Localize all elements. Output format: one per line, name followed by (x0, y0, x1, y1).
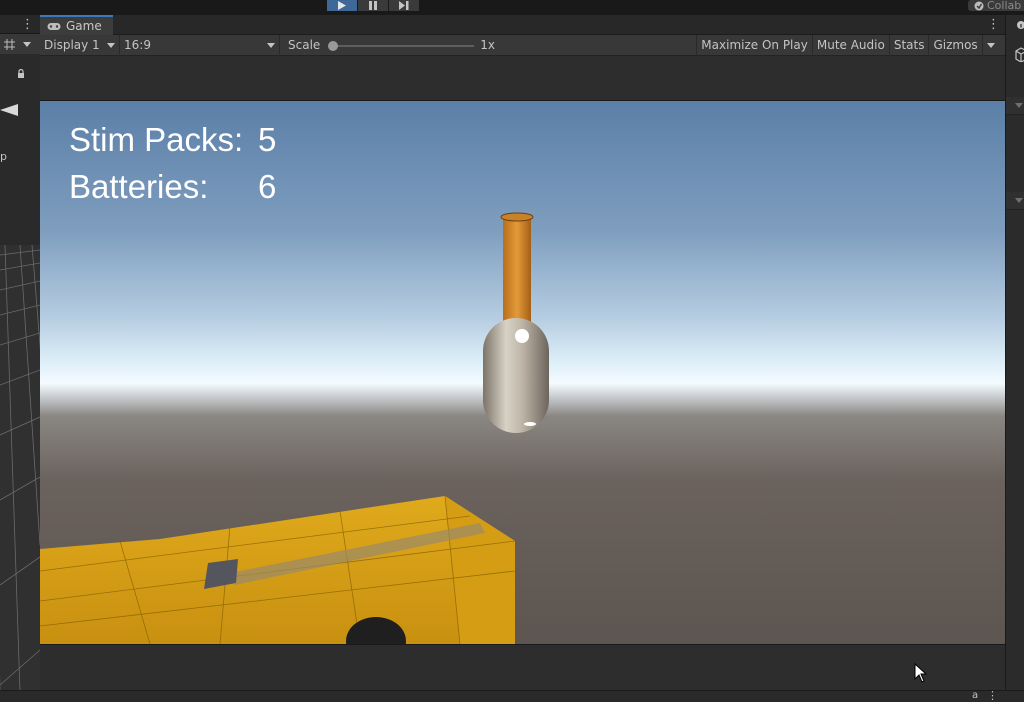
game-render[interactable]: Stim Packs: 5 Batteries: 6 (40, 101, 1005, 644)
bottle-object (483, 212, 549, 433)
collab-button[interactable]: Collab (968, 0, 1024, 11)
gizmos-label: Gizmos (933, 38, 978, 52)
chevron-down-icon (267, 42, 275, 48)
aspect-label: 16:9 (124, 38, 151, 52)
grid-lines (0, 245, 40, 692)
chevron-down-icon (1015, 198, 1023, 203)
main-toolbar: Collab (0, 0, 1024, 15)
batteries-label: Batteries: (69, 168, 209, 205)
mute-audio-label: Mute Audio (816, 38, 885, 52)
grid-snap-icon[interactable] (3, 38, 16, 51)
mouse-cursor-icon (914, 663, 927, 683)
scale-slider-track (332, 44, 475, 47)
scene-cut-label: p (0, 150, 7, 163)
play-button[interactable] (327, 0, 357, 11)
scale-slider-thumb[interactable] (328, 40, 339, 51)
inspector-section-collapsed[interactable] (1006, 97, 1024, 115)
play-controls (327, 0, 419, 11)
chevron-down-icon (1015, 103, 1023, 108)
collab-icon (974, 1, 984, 10)
maximize-on-play-label: Maximize On Play (701, 38, 808, 52)
hud-stim-packs: Stim Packs: 5 (69, 121, 276, 158)
display-label: Display 1 (44, 38, 100, 52)
crate-object (40, 495, 516, 644)
display-dropdown[interactable]: Display 1 (40, 34, 120, 56)
collab-label: Collab (987, 0, 1022, 11)
scale-value: 1x (480, 38, 496, 52)
game-view[interactable]: Stim Packs: 5 Batteries: 6 (40, 56, 1005, 690)
play-icon (338, 1, 346, 10)
scale-slider[interactable] (328, 35, 475, 56)
game-more-options-icon[interactable]: ⋮ (987, 18, 1000, 31)
pause-icon (369, 1, 377, 10)
gamepad-icon (47, 22, 61, 30)
lock-icon[interactable] (17, 69, 25, 78)
stim-packs-value: 5 (258, 121, 277, 158)
more-options-icon[interactable]: ⋮ (21, 18, 34, 31)
step-button[interactable] (389, 0, 419, 11)
letterbox-top (40, 56, 1005, 101)
game-toolbar: Display 1 16:9 Scale 1x Maximize On Play… (40, 34, 1005, 56)
letterbox-bottom (40, 644, 1005, 690)
game-window-tabbar: Game ⋮ (40, 15, 1005, 35)
stats-label: Stats (893, 38, 925, 52)
scene-grid (0, 245, 40, 692)
tab-game-label: Game (66, 19, 102, 33)
scene-panel-header: ⋮ (0, 15, 40, 34)
scene-panel-edge: ⋮ p (0, 15, 40, 692)
gizmos-dropdown[interactable] (981, 34, 999, 56)
stats-toggle[interactable]: Stats (888, 34, 929, 56)
tab-game[interactable]: Game (40, 15, 113, 35)
chevron-down-icon (107, 42, 115, 48)
info-icon[interactable] (1017, 21, 1024, 29)
aspect-dropdown[interactable]: 16:9 (120, 34, 280, 56)
scale-label: Scale (288, 38, 321, 52)
scene-panel-toolbar (0, 34, 40, 54)
gizmos-toggle[interactable]: Gizmos (928, 34, 981, 56)
status-bar: a ⋮ (0, 689, 1024, 702)
chevron-down-icon (986, 42, 995, 48)
inspector-section-collapsed[interactable] (1006, 192, 1024, 210)
step-icon (399, 1, 409, 10)
hud-batteries: Batteries: 6 (69, 168, 276, 205)
camera-gizmo-icon (0, 104, 18, 116)
chevron-down-icon[interactable] (23, 42, 31, 47)
pause-button[interactable] (358, 0, 388, 11)
status-more-icon[interactable]: ⋮ (987, 689, 998, 702)
stim-packs-label: Stim Packs: (69, 121, 244, 158)
inspector-panel-edge (1005, 15, 1024, 692)
unity-editor: Collab ⋮ p Game ⋮ Display 1 16:9 Scale 1… (0, 0, 1024, 702)
cube-icon (1015, 47, 1024, 62)
batteries-value: 6 (258, 168, 277, 205)
mute-audio-toggle[interactable]: Mute Audio (811, 34, 889, 56)
maximize-on-play-toggle[interactable]: Maximize On Play (696, 34, 812, 56)
status-right-text: a (972, 690, 979, 701)
